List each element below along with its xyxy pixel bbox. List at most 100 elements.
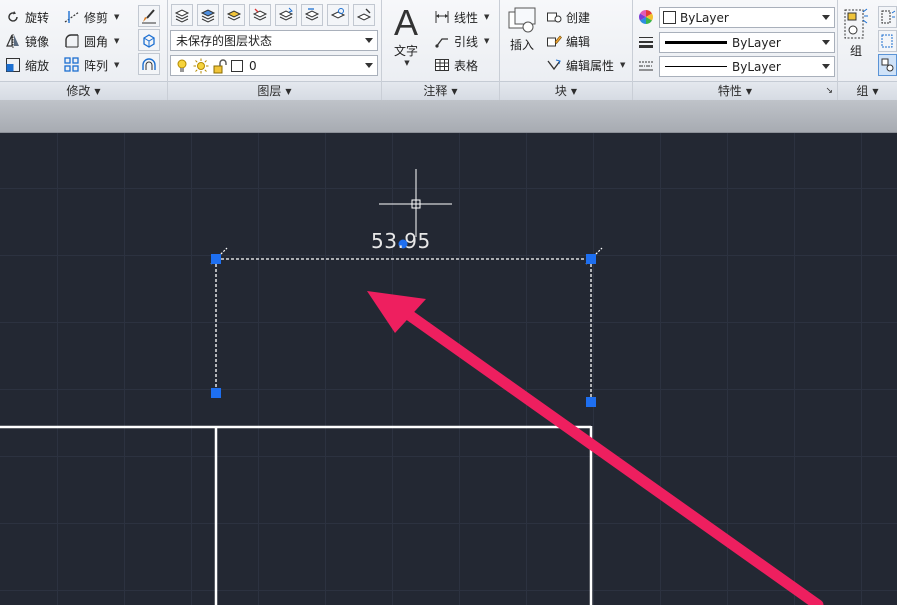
group-panel-title[interactable]: 组 ▼ [838,81,897,100]
group-selection-toggle[interactable] [878,54,897,76]
scale-label: 缩放 [25,58,50,73]
grip-dimension-end[interactable] [586,254,596,264]
linetype-value: ByLayer [732,59,781,74]
layer-match-button[interactable] [249,4,271,26]
layer-properties-button[interactable] [171,4,193,26]
layer-stack-icon [200,9,216,23]
dimension-text[interactable]: 53.95 [371,229,431,253]
layers-panel-title[interactable]: 图层 ▼ [168,81,381,100]
drawing-svg [0,169,824,605]
brush-icon [142,9,156,24]
leader-dropdown-icon[interactable]: ▼ [484,37,489,45]
edit-block-icon [547,35,562,47]
edit-attributes-icon [547,59,561,71]
erase-button[interactable] [138,5,160,27]
layer-off-button[interactable] [353,4,375,26]
layers-panel: 未保存的图层状态 0 图层 ▼ [168,0,382,100]
properties-expand-icon: ▼ [745,87,753,96]
create-block-icon [547,12,562,23]
modify-expand-icon: ▼ [94,87,101,96]
table-label: 表格 [454,58,479,73]
trim-icon [64,11,80,23]
layer-isolate-button[interactable] [223,4,245,26]
layer-state-button[interactable] [197,4,219,26]
color-swatch [663,11,676,24]
text-button[interactable]: A 文字 ▼ [388,4,424,68]
dialog-launcher-icon[interactable]: ↘ [825,82,833,100]
drawing-canvas[interactable]: 53.95 [0,133,897,605]
layer-lock-button[interactable] [327,4,349,26]
grip-extension-end[interactable] [586,397,596,407]
layer-walk-button[interactable] [301,4,323,26]
file-tab-strip [0,100,897,133]
group-button[interactable]: 组 [842,8,870,59]
trim-button[interactable]: 修剪 ▼ [64,7,119,27]
linear-dimension-icon [435,11,449,23]
linetype-icon [639,61,653,71]
grip-dimension-start[interactable] [211,254,221,264]
rectangle-geometry[interactable] [0,425,593,605]
group-expand-icon: ▼ [872,87,879,96]
mirror-button[interactable]: 镜像 [5,31,49,51]
edit-block-button[interactable]: 编辑 [546,31,590,51]
linetype-dropdown[interactable]: ByLayer [659,56,835,77]
array-dropdown-icon[interactable]: ▼ [114,61,119,69]
rotate-button[interactable]: 旋转 [5,7,49,27]
edit-attributes-dropdown-icon[interactable]: ▼ [620,61,625,69]
array-button[interactable]: 阵列 ▼ [64,55,119,75]
match-properties-button[interactable] [635,6,657,28]
edit-attributes-label: 编辑属性 [566,58,615,73]
linear-dimension-button[interactable]: 线性 ▼ [434,7,489,27]
insert-button[interactable]: 插入 [504,6,540,53]
layer-color-swatch[interactable] [231,59,243,72]
layers-expand-icon: ▼ [285,87,292,96]
unlock-icon[interactable] [212,58,228,74]
layer-state-dropdown[interactable]: 未保存的图层状态 [170,30,378,51]
chevron-down-icon [822,40,830,45]
chevron-down-icon [365,63,373,68]
grip-extension-start[interactable] [211,388,221,398]
ribbon: 旋转 修剪 ▼ 镜像 圆角 ▼ 缩放 阵列 ▼ 修改 ▼ 未保存的图层状态 0 … [0,0,897,100]
block-panel-title[interactable]: 块 ▼ [500,81,632,100]
crosshair-cursor [379,169,452,237]
group-edit-button[interactable] [878,30,897,52]
modify-panel-title[interactable]: 修改 ▼ [0,81,167,100]
group-icon [844,8,868,39]
group-label: 组 [849,44,862,58]
fillet-button[interactable]: 圆角 ▼ [64,31,119,51]
layer-dropdown[interactable]: 0 [170,55,378,76]
properties-panel-title[interactable]: 特性 ▼ ↘ [633,81,837,100]
pointer-arrow [367,291,824,605]
table-button[interactable]: 表格 [434,55,478,75]
annotation-panel-title[interactable]: 注释 ▼ [382,81,499,100]
text-label: 文字 [393,44,418,58]
color-dropdown[interactable]: ByLayer [659,7,835,28]
layer-previous-button[interactable] [275,4,297,26]
layer-isolate-icon [226,10,242,21]
fillet-dropdown-icon[interactable]: ▼ [114,37,119,45]
text-dropdown-icon[interactable]: ▼ [404,59,409,67]
trim-label: 修剪 [84,10,109,25]
rotate-label: 旋转 [25,10,50,25]
table-icon [435,59,449,71]
ungroup-button[interactable] [878,6,897,28]
lineweight-value: ByLayer [732,35,781,50]
color-value: ByLayer [680,10,729,25]
selected-dimension[interactable] [210,247,603,402]
offset-button[interactable] [138,53,160,75]
insert-block-icon [508,7,536,33]
leader-button[interactable]: 引线 ▼ [434,31,489,51]
trim-dropdown-icon[interactable]: ▼ [114,13,119,21]
chevron-down-icon [822,15,830,20]
lineweight-dropdown[interactable]: ByLayer [659,32,835,53]
chevron-down-icon [822,64,830,69]
copy-button[interactable] [138,29,160,51]
scale-button[interactable]: 缩放 [5,55,49,75]
create-block-button[interactable]: 创建 [546,7,590,27]
lightbulb-icon[interactable] [174,58,190,74]
linear-dropdown-icon[interactable]: ▼ [484,13,489,21]
edit-attributes-button[interactable]: 编辑属性 ▼ [546,55,625,75]
mirror-label: 镜像 [25,34,50,49]
group-selection-icon [881,58,893,72]
sun-icon[interactable] [193,58,209,74]
